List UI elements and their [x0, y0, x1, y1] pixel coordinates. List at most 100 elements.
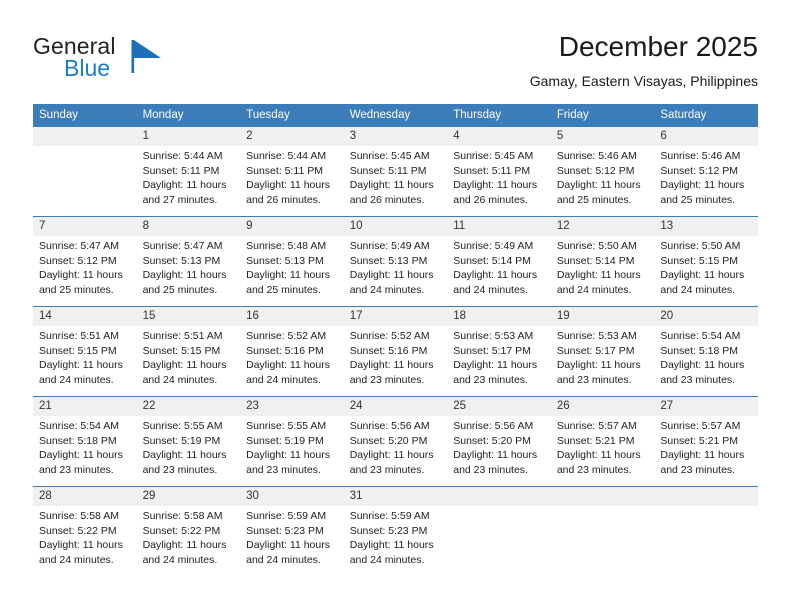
day-sun-info: Sunrise: 5:46 AM Sunset: 5:12 PM Daylight:…	[654, 146, 758, 207]
day-number: 6	[654, 127, 758, 146]
day-number: 10	[343, 217, 448, 236]
sunset-text: Sunset: 5:23 PM	[349, 524, 428, 537]
calendar-day-cell[interactable]: 27 Sunrise: 5:57 AM Sunset: 5:21 PM Dayligh…	[654, 396, 758, 487]
day-number: 11	[447, 217, 551, 236]
calendar-day-cell[interactable]: 11 Sunrise: 5:49 AM Sunset: 5:14 PM Dayligh…	[447, 216, 551, 307]
day-sun-info: Sunrise: 5:47 AM Sunset: 5:13 PM Daylight:…	[137, 236, 241, 297]
calendar-day-cell[interactable]: 1 Sunrise: 5:44 AM Sunset: 5:11 PM Daylight…	[136, 126, 241, 217]
calendar-day-cell[interactable]: 31 Sunrise: 5:59 AM Sunset: 5:23 PM Dayligh…	[343, 486, 448, 577]
weekday-header-sunday: Sunday	[33, 104, 137, 127]
calendar-grid: Sunday Monday Tuesday Wednesday Thursday Frid…	[33, 104, 758, 577]
sunset-text: Sunset: 5:16 PM	[246, 344, 324, 357]
calendar-day-cell[interactable]: 21 Sunrise: 5:54 AM Sunset: 5:18 PM Dayligh…	[33, 396, 137, 487]
day-sun-info: Sunrise: 5:57 AM Sunset: 5:21 PM Daylight:…	[551, 416, 655, 477]
calendar-day-cell[interactable]: 3 Sunrise: 5:45 AM Sunset: 5:11 PM Daylight…	[343, 126, 448, 217]
page-title: December 2025	[558, 31, 758, 62]
day-number: 9	[240, 217, 344, 236]
calendar-day-cell[interactable]: 4 Sunrise: 5:45 AM Sunset: 5:11 PM Daylight…	[447, 126, 551, 217]
day-sun-info: Sunrise: 5:54 AM Sunset: 5:18 PM Daylight:…	[33, 416, 137, 477]
day-sun-info: Sunrise: 5:57 AM Sunset: 5:21 PM Daylight:…	[654, 416, 758, 477]
day-sun-info: Sunrise: 5:46 AM Sunset: 5:12 PM Daylight:…	[551, 146, 655, 207]
sunset-text: Sunset: 5:13 PM	[142, 254, 221, 267]
day-number: 19	[550, 307, 655, 326]
sunset-text: Sunset: 5:13 PM	[349, 254, 428, 267]
calendar-day-cell[interactable]: 9 Sunrise: 5:48 AM Sunset: 5:13 PM Daylight…	[240, 216, 344, 307]
calendar-week-row: 1 Sunrise: 5:44 AM Sunset: 5:11 PM Daylight…	[33, 126, 758, 217]
calendar-day-cell[interactable]: 20 Sunrise: 5:54 AM Sunset: 5:18 PM Dayligh…	[654, 306, 758, 397]
daylight-text: Daylight: 11 hours and 24 minutes.	[246, 539, 330, 566]
calendar-day-cell[interactable]: 25 Sunrise: 5:56 AM Sunset: 5:20 PM Dayligh…	[447, 396, 551, 487]
daylight-text: Daylight: 11 hours and 24 minutes.	[246, 359, 330, 386]
daylight-text: Daylight: 11 hours and 23 minutes.	[660, 359, 745, 386]
daylight-text: Daylight: 11 hours and 23 minutes.	[556, 449, 641, 476]
calendar-day-cell[interactable]: 13 Sunrise: 5:50 AM Sunset: 5:15 PM Dayligh…	[654, 216, 758, 307]
page-header: General Blue December 2025 Gamay, Easter…	[33, 30, 758, 98]
day-sun-info: Sunrise: 5:53 AM Sunset: 5:17 PM Daylight:…	[551, 326, 655, 387]
daylight-text: Daylight: 11 hours and 25 minutes.	[142, 269, 227, 296]
sunrise-text: Sunrise: 5:48 AM	[246, 240, 327, 252]
day-sun-info: Sunrise: 5:47 AM Sunset: 5:12 PM Daylight:…	[33, 236, 137, 297]
sunrise-text: Sunrise: 5:46 AM	[660, 150, 741, 162]
calendar-day-cell[interactable]: 23 Sunrise: 5:55 AM Sunset: 5:19 PM Dayligh…	[240, 396, 344, 487]
day-number	[550, 487, 655, 506]
day-sun-info: Sunrise: 5:58 AM Sunset: 5:22 PM Daylight:…	[33, 506, 137, 567]
calendar-day-cell[interactable]: 8 Sunrise: 5:47 AM Sunset: 5:13 PM Daylight…	[136, 216, 241, 307]
sunset-text: Sunset: 5:13 PM	[246, 254, 324, 267]
sunset-text: Sunset: 5:16 PM	[349, 344, 428, 357]
calendar-day-cell[interactable]: 2 Sunrise: 5:44 AM Sunset: 5:11 PM Daylight…	[240, 126, 344, 217]
weekday-header-friday: Friday	[550, 104, 655, 127]
sunrise-text: Sunrise: 5:54 AM	[660, 330, 741, 342]
calendar-day-cell[interactable]: 28 Sunrise: 5:58 AM Sunset: 5:22 PM Dayligh…	[33, 486, 137, 577]
calendar-day-cell[interactable]: 17 Sunrise: 5:52 AM Sunset: 5:16 PM Dayligh…	[343, 306, 448, 397]
sunset-text: Sunset: 5:21 PM	[660, 434, 739, 447]
calendar-day-cell[interactable]: 6 Sunrise: 5:46 AM Sunset: 5:12 PM Daylight…	[654, 126, 758, 217]
sunrise-text: Sunrise: 5:52 AM	[246, 330, 327, 342]
day-sun-info: Sunrise: 5:56 AM Sunset: 5:20 PM Daylight:…	[447, 416, 551, 477]
sunset-text: Sunset: 5:19 PM	[246, 434, 324, 447]
calendar-day-cell[interactable]: 19 Sunrise: 5:53 AM Sunset: 5:17 PM Dayligh…	[550, 306, 655, 397]
day-sun-info: Sunrise: 5:59 AM Sunset: 5:23 PM Daylight:…	[344, 506, 448, 567]
calendar-day-cell[interactable]: 18 Sunrise: 5:53 AM Sunset: 5:17 PM Dayligh…	[447, 306, 551, 397]
day-sun-info: Sunrise: 5:56 AM Sunset: 5:20 PM Daylight:…	[344, 416, 448, 477]
sunrise-text: Sunrise: 5:57 AM	[660, 420, 741, 432]
daylight-text: Daylight: 11 hours and 23 minutes.	[246, 449, 330, 476]
calendar-header-row: Sunday Monday Tuesday Wednesday Thursday Frid…	[33, 104, 758, 127]
sunset-text: Sunset: 5:18 PM	[660, 344, 739, 357]
calendar-day-cell[interactable]: 22 Sunrise: 5:55 AM Sunset: 5:19 PM Dayligh…	[136, 396, 241, 487]
calendar-week-row: 21 Sunrise: 5:54 AM Sunset: 5:18 PM Dayligh…	[33, 396, 758, 487]
day-number: 1	[136, 127, 241, 146]
day-sun-info: Sunrise: 5:55 AM Sunset: 5:19 PM Daylight:…	[240, 416, 344, 477]
calendar-day-cell[interactable]: 14 Sunrise: 5:51 AM Sunset: 5:15 PM Dayligh…	[33, 306, 137, 397]
calendar-day-cell[interactable]: 12 Sunrise: 5:50 AM Sunset: 5:14 PM Dayligh…	[550, 216, 655, 307]
sunset-text: Sunset: 5:20 PM	[349, 434, 428, 447]
calendar-day-cell[interactable]: 16 Sunrise: 5:52 AM Sunset: 5:16 PM Dayligh…	[240, 306, 344, 397]
calendar-day-cell[interactable]: 26 Sunrise: 5:57 AM Sunset: 5:21 PM Dayligh…	[550, 396, 655, 487]
sunrise-text: Sunrise: 5:58 AM	[39, 510, 119, 522]
day-sun-info: Sunrise: 5:48 AM Sunset: 5:13 PM Daylight:…	[240, 236, 344, 297]
sunrise-text: Sunrise: 5:58 AM	[142, 510, 223, 522]
day-sun-info: Sunrise: 5:44 AM Sunset: 5:11 PM Daylight:…	[137, 146, 241, 207]
calendar-day-cell[interactable]: 7 Sunrise: 5:47 AM Sunset: 5:12 PM Daylight…	[33, 216, 137, 307]
day-sun-info: Sunrise: 5:49 AM Sunset: 5:14 PM Daylight:…	[447, 236, 551, 297]
sunset-text: Sunset: 5:17 PM	[453, 344, 531, 357]
day-sun-info: Sunrise: 5:51 AM Sunset: 5:15 PM Daylight:…	[33, 326, 137, 387]
day-sun-info: Sunrise: 5:51 AM Sunset: 5:15 PM Daylight:…	[137, 326, 241, 387]
calendar-day-cell[interactable]: 29 Sunrise: 5:58 AM Sunset: 5:22 PM Dayligh…	[136, 486, 241, 577]
sunset-text: Sunset: 5:22 PM	[142, 524, 221, 537]
calendar-day-cell[interactable]: 15 Sunrise: 5:51 AM Sunset: 5:15 PM Dayligh…	[136, 306, 241, 397]
calendar-day-cell[interactable]: 10 Sunrise: 5:49 AM Sunset: 5:13 PM Dayligh…	[343, 216, 448, 307]
calendar-day-cell[interactable]: 30 Sunrise: 5:59 AM Sunset: 5:23 PM Dayligh…	[240, 486, 344, 577]
day-number: 4	[447, 127, 551, 146]
day-sun-info: Sunrise: 5:49 AM Sunset: 5:13 PM Daylight:…	[344, 236, 448, 297]
daylight-text: Daylight: 11 hours and 24 minutes.	[142, 539, 227, 566]
calendar-day-cell-empty	[33, 126, 137, 217]
day-sun-info: Sunrise: 5:53 AM Sunset: 5:17 PM Daylight:…	[447, 326, 551, 387]
calendar-day-cell[interactable]: 24 Sunrise: 5:56 AM Sunset: 5:20 PM Dayligh…	[343, 396, 448, 487]
sunrise-text: Sunrise: 5:57 AM	[556, 420, 637, 432]
weekday-header-saturday: Saturday	[654, 104, 758, 127]
day-number: 27	[654, 397, 758, 416]
calendar-day-cell[interactable]: 5 Sunrise: 5:46 AM Sunset: 5:12 PM Daylight…	[550, 126, 655, 217]
sunrise-text: Sunrise: 5:50 AM	[660, 240, 741, 252]
brand-logo[interactable]: General Blue	[33, 34, 233, 90]
day-number: 24	[343, 397, 448, 416]
